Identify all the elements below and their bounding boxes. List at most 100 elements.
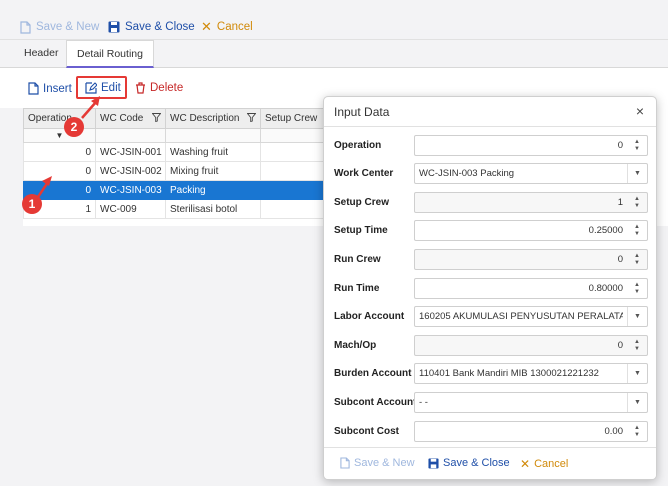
table-row-selected[interactable]: 0 WC-JSIN-003 Packing	[23, 180, 364, 200]
chevron-down-icon[interactable]: ▼	[627, 307, 647, 326]
edit-highlight	[76, 76, 127, 99]
setup-crew-input[interactable]: 1 ▲ ▼	[414, 192, 648, 213]
delete-button[interactable]: Delete	[135, 82, 183, 94]
table-row[interactable]: 0 WC-JSIN-001 Washing fruit	[23, 142, 364, 162]
field-run-crew: Run Crew 0 ▲ ▼	[324, 249, 656, 273]
save-new-label: Save & New	[354, 457, 415, 469]
chevron-down-icon[interactable]: ▼	[627, 393, 647, 412]
save-new-button[interactable]: Save & New	[20, 19, 99, 35]
labor-account-select[interactable]: 160205 AKUMULASI PENYUSUTAN PERALATAN ..…	[414, 306, 648, 327]
field-value: 110401 Bank Mandiri MIB 1300021221232	[419, 368, 599, 379]
cell-wc-code: WC-JSIN-001	[95, 142, 166, 162]
field-value: 0.00	[604, 426, 624, 437]
save-close-button[interactable]: Save & Close	[108, 19, 195, 35]
cell-wc-description: Packing	[165, 180, 261, 200]
field-label: Mach/Op	[334, 340, 377, 351]
table-row[interactable]: 0 WC-JSIN-002 Mixing fruit	[23, 161, 364, 181]
tab-detail-routing[interactable]: Detail Routing	[66, 40, 154, 68]
field-label: Burden Account	[334, 368, 412, 379]
mach-op-input[interactable]: 0 ▲ ▼	[414, 335, 648, 356]
form-toolbar: Save & New Save & Close ✕ Cancel	[0, 0, 668, 40]
field-value: WC-JSIN-003 Packing	[419, 168, 515, 179]
field-label: Run Time	[334, 283, 380, 294]
tab-bar: Header Detail Routing	[0, 40, 668, 68]
field-value: - -	[419, 397, 428, 408]
cell-wc-description: Sterilisasi botol	[165, 199, 261, 219]
burden-account-select[interactable]: 110401 Bank Mandiri MIB 1300021221232 ▼	[414, 363, 648, 384]
table-row[interactable]: 1 WC-009 Sterilisasi botol	[23, 199, 364, 219]
field-label: Setup Time	[334, 225, 388, 236]
chevron-down-icon[interactable]: ▼	[627, 164, 647, 183]
subcont-account-select[interactable]: - - ▼	[414, 392, 648, 413]
field-burden-account: Burden Account 110401 Bank Mandiri MIB 1…	[324, 363, 656, 387]
dialog-save-close-button[interactable]: Save & Close	[428, 457, 510, 469]
cell-operation: 0	[23, 161, 96, 181]
field-label: Operation	[334, 140, 382, 151]
field-value: 0.25000	[588, 225, 623, 236]
field-setup-time: Setup Time 0.25000 ▲ ▼	[324, 220, 656, 244]
work-center-select[interactable]: WC-JSIN-003 Packing ▼	[414, 163, 648, 184]
cancel-button[interactable]: ✕ Cancel	[201, 19, 253, 35]
cell-wc-code: WC-009	[95, 199, 166, 219]
close-icon: ✕	[201, 19, 212, 34]
insert-button[interactable]: Insert	[28, 82, 72, 95]
close-icon[interactable]: ×	[636, 103, 644, 119]
step-1-callout: 1	[22, 194, 42, 214]
spinner-icon[interactable]: ▲ ▼	[627, 279, 647, 298]
spinner-icon[interactable]: ▲ ▼	[627, 422, 647, 441]
cell-wc-code: WC-JSIN-003	[95, 180, 166, 200]
filter-cell[interactable]	[95, 128, 166, 143]
operation-input[interactable]: 0 ▲ ▼	[414, 135, 648, 156]
field-setup-crew: Setup Crew 1 ▲ ▼	[324, 192, 656, 216]
input-data-dialog: Input Data × Operation 0 ▲ ▼ Work Center …	[323, 96, 657, 480]
cancel-label: Cancel	[216, 21, 253, 33]
cell-wc-description: Mixing fruit	[165, 161, 261, 181]
save-close-label: Save & Close	[443, 457, 510, 469]
spinner-icon[interactable]: ▲ ▼	[627, 193, 647, 212]
cell-wc-code: WC-JSIN-002	[95, 161, 166, 181]
filter-icon[interactable]	[151, 112, 162, 125]
column-operation[interactable]: Operation	[23, 108, 96, 129]
spinner-icon[interactable]: ▲ ▼	[627, 221, 647, 240]
dialog-save-new-button[interactable]: Save & New	[340, 457, 415, 469]
new-file-icon	[340, 457, 350, 469]
dialog-title: Input Data	[334, 105, 390, 119]
field-subcont-cost: Subcont Cost 0.00 ▲ ▼	[324, 421, 656, 445]
save-icon	[428, 457, 439, 469]
run-crew-input[interactable]: 0 ▲ ▼	[414, 249, 648, 270]
dialog-cancel-button[interactable]: ✕ Cancel	[520, 457, 568, 471]
spinner-icon[interactable]: ▲ ▼	[627, 336, 647, 355]
field-value: 0	[617, 140, 623, 151]
step-2-callout: 2	[64, 117, 84, 137]
column-wc-description[interactable]: WC Description	[165, 108, 261, 129]
tab-header[interactable]: Header	[14, 40, 68, 68]
field-run-time: Run Time 0.80000 ▲ ▼	[324, 278, 656, 302]
field-value: 1	[617, 197, 623, 208]
column-label: WC Description	[170, 112, 240, 124]
field-subcont-account: Subcont Account - - ▼	[324, 392, 656, 416]
column-label: WC Code	[100, 112, 144, 124]
run-time-input[interactable]: 0.80000 ▲ ▼	[414, 278, 648, 299]
setup-time-input[interactable]: 0.25000 ▲ ▼	[414, 220, 648, 241]
dialog-header: Input Data ×	[324, 97, 656, 127]
filter-icon[interactable]	[246, 112, 257, 125]
new-file-icon	[20, 20, 31, 34]
field-work-center: Work Center WC-JSIN-003 Packing ▼	[324, 163, 656, 187]
field-label: Subcont Account	[334, 397, 417, 408]
field-label: Work Center	[334, 168, 394, 179]
field-labor-account: Labor Account 160205 AKUMULASI PENYUSUTA…	[324, 306, 656, 330]
spinner-icon[interactable]: ▲ ▼	[627, 136, 647, 155]
save-close-label: Save & Close	[125, 21, 195, 33]
subcont-cost-input[interactable]: 0.00 ▲ ▼	[414, 421, 648, 442]
chevron-down-icon: ▼	[55, 131, 64, 140]
column-wc-code[interactable]: WC Code	[95, 108, 166, 129]
dialog-footer: Save & New Save & Close ✕ Cancel	[324, 447, 656, 479]
chevron-down-icon[interactable]: ▼	[627, 364, 647, 383]
filter-cell[interactable]	[165, 128, 261, 143]
filter-cell[interactable]: ▼	[23, 128, 96, 143]
spinner-icon[interactable]: ▲ ▼	[627, 250, 647, 269]
cell-wc-description: Washing fruit	[165, 142, 261, 162]
cancel-label: Cancel	[534, 458, 569, 470]
field-operation: Operation 0 ▲ ▼	[324, 135, 656, 159]
field-label: Setup Crew	[334, 197, 390, 208]
